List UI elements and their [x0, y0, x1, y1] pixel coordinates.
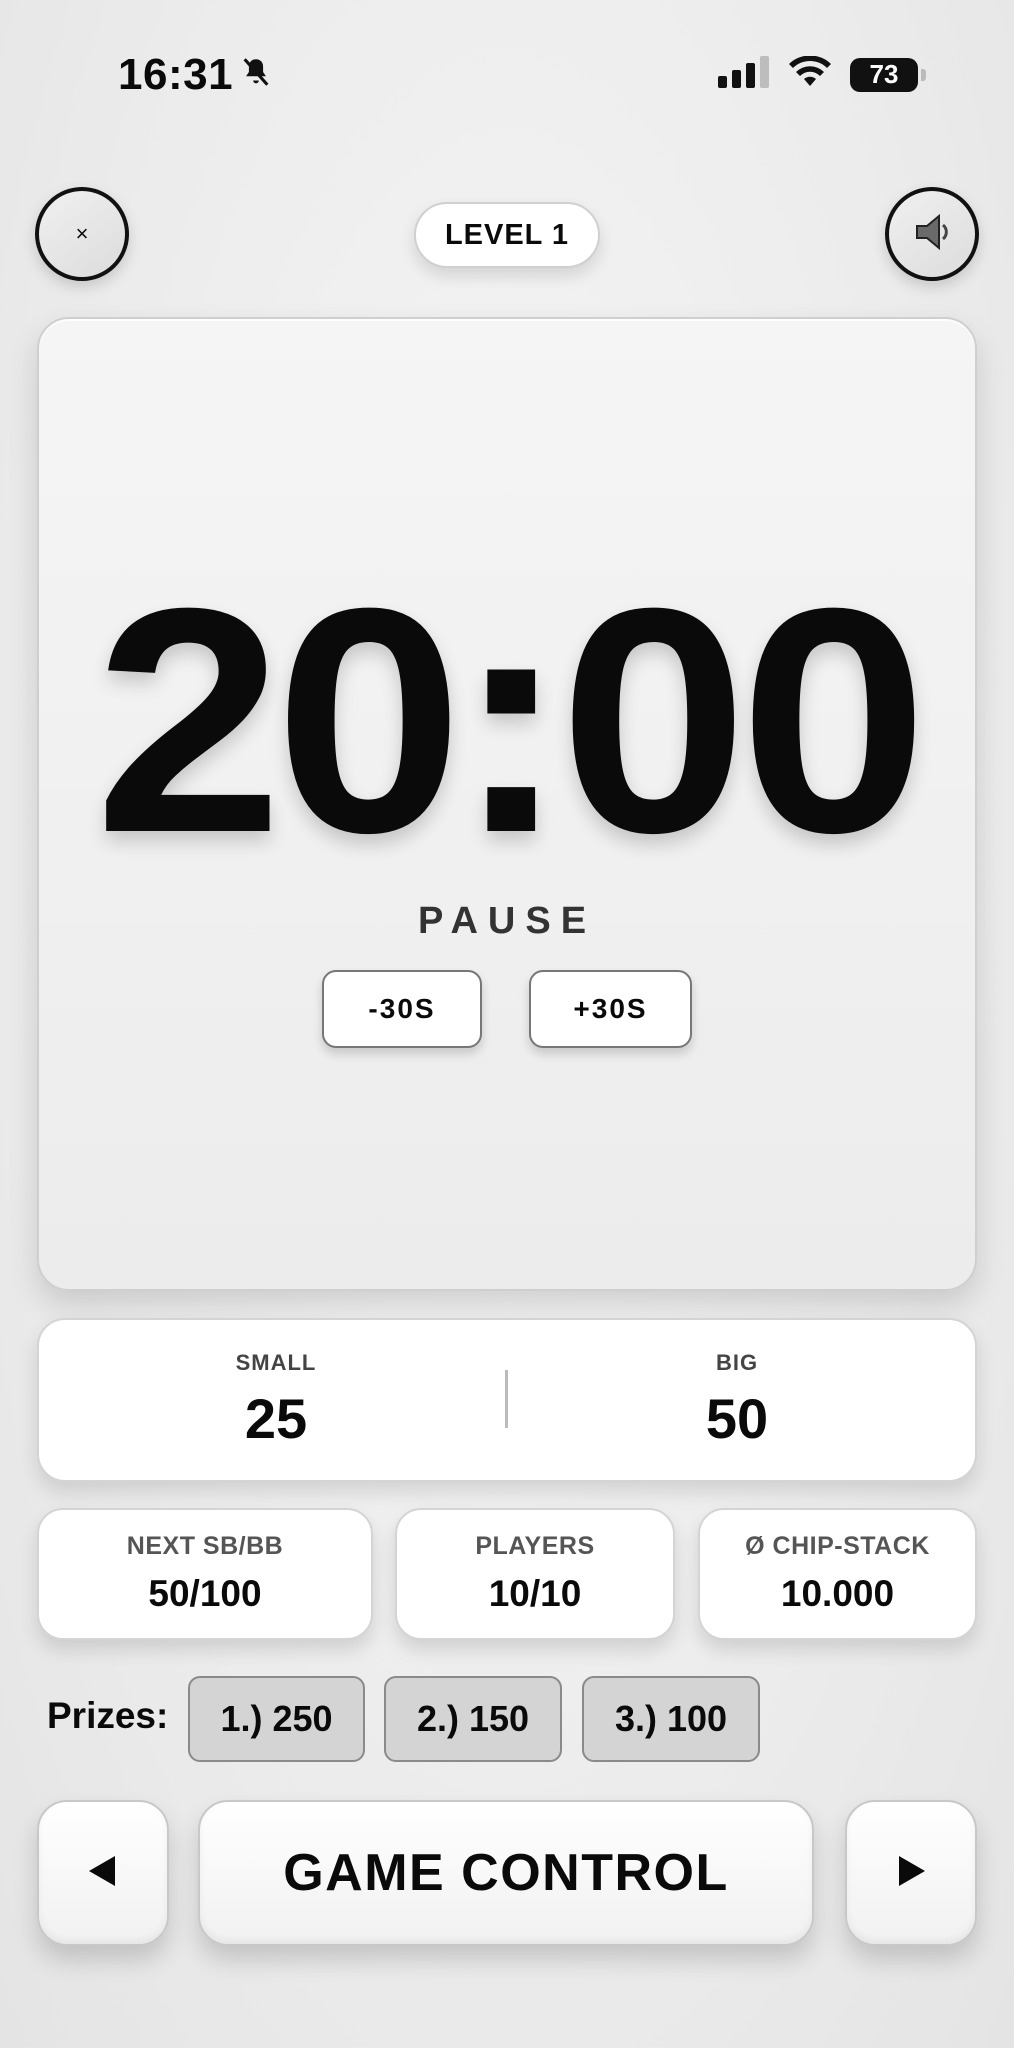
sound-toggle-button[interactable] — [885, 187, 979, 281]
big-blind-value: 50 — [705, 1387, 769, 1450]
triangle-left-icon — [85, 1853, 121, 1894]
wifi-icon — [788, 55, 832, 93]
cellular-signal-icon — [718, 56, 770, 93]
countdown-timer[interactable]: 20:00 — [0, 560, 1014, 880]
time-text: 16:31 — [118, 50, 234, 99]
chip-stack-label: Ø CHIP-STACK — [745, 1532, 930, 1560]
previous-level-button[interactable] — [37, 1800, 169, 1946]
small-blind: SMALL 25 — [76, 1350, 476, 1451]
prize-second: 2.) 150 — [384, 1676, 562, 1762]
next-blinds-card: NEXT SB/BB 50/100 — [37, 1508, 373, 1640]
game-control-label: GAME CONTROL — [283, 1844, 729, 1902]
players-card: PLAYERS 10/10 — [395, 1508, 675, 1640]
game-control-button[interactable]: GAME CONTROL — [198, 1800, 814, 1946]
level-indicator: LEVEL 1 — [414, 202, 600, 268]
chip-stack-card: Ø CHIP-STACK 10.000 — [698, 1508, 977, 1640]
status-bar-time: 16:31 — [118, 50, 273, 100]
prize-third: 3.) 100 — [582, 1676, 760, 1762]
next-blinds-label: NEXT SB/BB — [126, 1532, 284, 1560]
minus-30s-button[interactable]: -30S — [322, 970, 482, 1048]
big-blind: BIG 50 — [537, 1350, 937, 1451]
next-blinds-value: 50/100 — [148, 1573, 262, 1614]
close-icon: × — [75, 221, 89, 246]
blinds-divider — [505, 1370, 508, 1428]
plus-30s-button[interactable]: +30S — [529, 970, 692, 1048]
next-level-button[interactable] — [845, 1800, 977, 1946]
battery-indicator: 73 — [850, 57, 926, 92]
prize-first: 1.) 250 — [188, 1676, 365, 1762]
triangle-right-icon — [893, 1853, 929, 1894]
status-icons: 73 — [718, 55, 926, 93]
prizes-label: Prizes: — [47, 1695, 169, 1736]
players-value: 10/10 — [488, 1573, 582, 1614]
pause-button[interactable]: PAUSE — [0, 900, 1014, 943]
players-label: PLAYERS — [475, 1532, 595, 1560]
small-blind-value: 25 — [244, 1387, 308, 1450]
bell-muted-icon — [239, 50, 273, 100]
close-button[interactable]: × — [35, 187, 129, 281]
big-blind-label: BIG — [715, 1350, 759, 1375]
speaker-icon — [907, 207, 957, 262]
chip-stack-value: 10.000 — [780, 1573, 895, 1614]
small-blind-label: SMALL — [235, 1350, 317, 1375]
